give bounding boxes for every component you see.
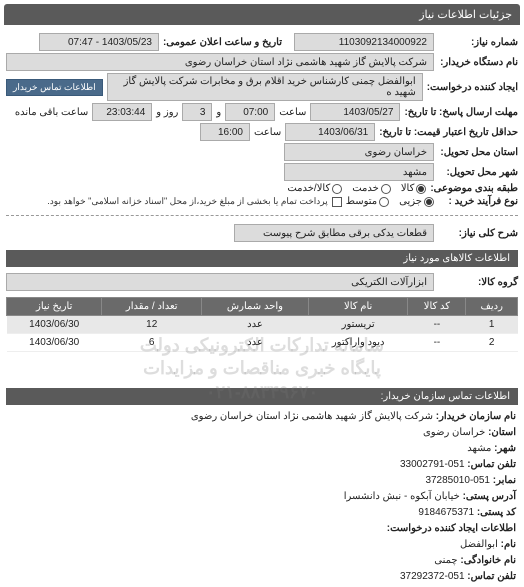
city-label: شهر محل تحویل: <box>438 167 518 178</box>
radio-icon <box>379 197 389 207</box>
buy-low-radio[interactable]: جزیی <box>399 196 434 207</box>
validity-date: 1403/06/31 <box>285 123 375 141</box>
treasury-note: پرداخت تمام یا بخشی از مبلغ خرید،از محل … <box>47 196 327 207</box>
col-code: کد کالا <box>408 298 466 316</box>
validity-time: 16:00 <box>200 123 250 141</box>
need-no-value: 1103092134000922 <box>294 33 434 51</box>
desc-value: قطعات یدکی برقی مطابق شرح پیوست <box>234 224 434 242</box>
contact-info-button[interactable]: اطلاعات تماس خریدار <box>6 79 103 96</box>
radio-icon <box>381 184 391 194</box>
buy-type-label: نوع فرآیند خرید : <box>438 196 518 207</box>
deadline-remain: 23:03:44 <box>92 103 152 121</box>
contact-header: اطلاعات تماس سازمان خریدار: <box>6 388 518 405</box>
buyer-org-label: نام دستگاه خریدار: <box>438 57 518 68</box>
deadline-days-label: و <box>216 107 221 118</box>
deadline-remain-suffix: ساعت باقی مانده <box>15 107 88 118</box>
group-label: گروه کالا: <box>438 277 518 288</box>
province-label: استان محل تحویل: <box>438 147 518 158</box>
requester-label: ایجاد کننده درخواست: <box>427 82 518 93</box>
items-header: اطلاعات کالاهای مورد نیاز <box>6 250 518 267</box>
col-row: ردیف <box>466 298 518 316</box>
category-label: طبقه بندی موضوعی: <box>430 183 518 194</box>
col-date: تاریخ نیاز <box>7 298 102 316</box>
buy-type-radio-group: جزیی متوسط <box>346 196 434 207</box>
validity-label: حداقل تاریخ اعتبار قیمت: تا تاریخ: <box>379 127 518 138</box>
treasury-checkbox[interactable] <box>332 197 342 207</box>
watermark-zone: سامانه تدارکات الکترونیکی دولت پایگاه خب… <box>0 354 524 384</box>
deadline-days: 3 <box>182 103 212 121</box>
radio-icon <box>332 184 342 194</box>
announce-label: تاریخ و ساعت اعلان عمومی: <box>163 37 282 48</box>
table-row: 1 -- تریستور عدد 12 1403/06/30 <box>7 316 518 334</box>
deadline-time: 07:00 <box>225 103 275 121</box>
divider <box>6 215 518 216</box>
deadline-label: مهلت ارسال پاسخ: تا تاریخ: <box>404 107 518 118</box>
col-unit: واحد شمارش <box>202 298 309 316</box>
col-name: نام کالا <box>308 298 408 316</box>
items-table: ردیف کد کالا نام کالا واحد شمارش تعداد /… <box>6 297 518 352</box>
contact-body: نام سازمان خریدار: شرکت پالایش گاز شهید … <box>0 407 524 587</box>
group-value: ابزارآلات الکتریکی <box>6 273 434 291</box>
validity-time-label: ساعت <box>254 127 281 138</box>
radio-icon <box>416 184 426 194</box>
page-title: جزئیات اطلاعات نیاز <box>4 4 520 25</box>
need-no-label: شماره نیاز: <box>438 37 518 48</box>
category-radio-group: کالا خدمت کالا/خدمت <box>287 183 426 194</box>
deadline-remain-label: روز و <box>156 107 178 118</box>
buy-mid-radio[interactable]: متوسط <box>346 196 389 207</box>
desc-label: شرح کلی نیاز: <box>438 228 518 239</box>
category-both-radio[interactable]: کالا/خدمت <box>287 183 342 194</box>
requester-value: ابوالفضل چمنی کارشناس خرید اقلام برق و م… <box>107 73 423 101</box>
buyer-org-value: شرکت پالایش گاز شهید هاشمی نژاد استان خر… <box>6 53 434 71</box>
col-qty: تعداد / مقدار <box>102 298 202 316</box>
radio-icon <box>424 197 434 207</box>
announce-value: 1403/05/23 - 07:47 <box>39 33 159 51</box>
category-goods-radio[interactable]: کالا <box>401 183 427 194</box>
deadline-date: 1403/05/27 <box>310 103 400 121</box>
table-row: 2 -- دیود واراکتور عدد 6 1403/06/30 <box>7 334 518 352</box>
province-value: خراسان رضوی <box>284 143 434 161</box>
category-service-radio[interactable]: خدمت <box>352 183 391 194</box>
deadline-time-label: ساعت <box>279 107 306 118</box>
city-value: مشهد <box>284 163 434 181</box>
